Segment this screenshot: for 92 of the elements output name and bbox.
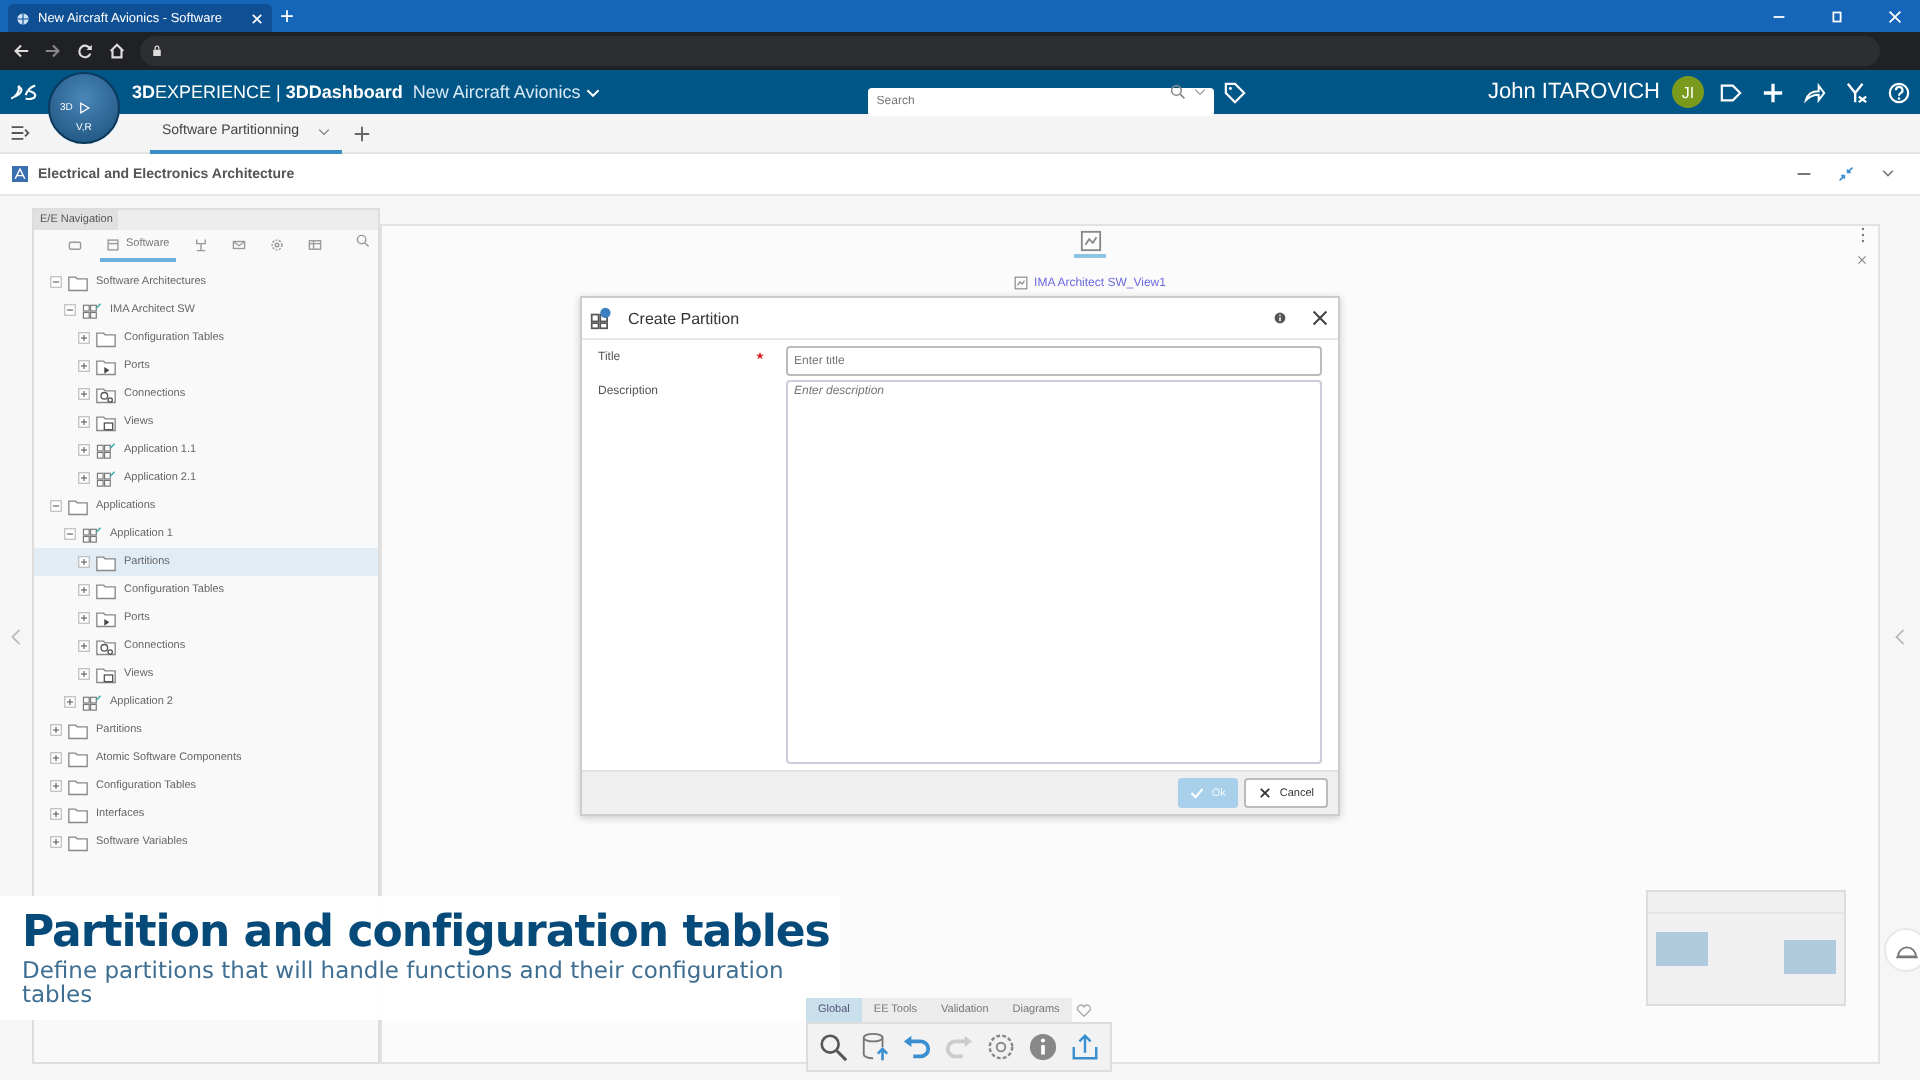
expand-icon[interactable] <box>50 752 62 764</box>
expand-icon[interactable] <box>78 472 90 484</box>
user-avatar[interactable]: JI <box>1672 76 1704 108</box>
play-icon <box>76 100 92 116</box>
expand-icon[interactable] <box>50 836 62 848</box>
collapse-icon[interactable] <box>50 276 62 288</box>
caption-title: Partition and configuration tables <box>22 908 832 958</box>
expand-icon[interactable] <box>64 696 76 708</box>
tag-icon[interactable] <box>1720 81 1742 103</box>
chevron-down-icon[interactable] <box>1194 88 1207 96</box>
expand-icon[interactable] <box>78 416 90 428</box>
ports-folder-icon <box>96 609 116 627</box>
software-icon <box>106 237 120 251</box>
network-icon <box>193 237 208 251</box>
database-icon[interactable] <box>860 1032 890 1062</box>
info-icon[interactable] <box>1028 1032 1058 1062</box>
collapse-icon[interactable] <box>64 528 76 540</box>
component-icon <box>96 469 116 487</box>
folder-icon <box>96 329 116 347</box>
chevron-down-icon <box>586 87 601 97</box>
diagram-icon <box>1014 276 1029 290</box>
lock-icon <box>152 44 162 58</box>
expand-icon[interactable] <box>78 556 90 568</box>
minimap-node <box>1656 932 1708 966</box>
dashboard-dropdown[interactable]: New Aircraft Avionics <box>412 82 601 102</box>
folder-icon <box>68 273 88 291</box>
views-folder-icon <box>96 413 116 431</box>
new-tab-button[interactable]: + <box>280 0 295 32</box>
folder-icon <box>68 497 88 515</box>
connections-folder-icon <box>96 637 116 655</box>
close-icon[interactable] <box>1312 310 1328 326</box>
expand-icon[interactable] <box>50 808 62 820</box>
undo-icon[interactable] <box>902 1032 932 1062</box>
component-icon <box>82 693 102 711</box>
expand-icon[interactable] <box>50 780 62 792</box>
search-icon[interactable] <box>818 1032 848 1062</box>
expand-icon[interactable] <box>78 332 90 344</box>
helmet-icon <box>1893 941 1919 959</box>
logo-icon[interactable] <box>8 80 40 104</box>
helmet-button[interactable] <box>1884 928 1920 972</box>
component-icon <box>82 301 102 319</box>
heart-icon[interactable] <box>1075 1003 1092 1017</box>
collapse-icon[interactable] <box>64 304 76 316</box>
component-icon <box>82 525 102 543</box>
check-icon <box>1189 786 1204 800</box>
component-icon <box>96 441 116 459</box>
info-icon[interactable] <box>1274 312 1286 324</box>
app-title: 3DEXPERIENCE | 3DDashboard <box>132 82 403 102</box>
ports-folder-icon <box>96 357 116 375</box>
close-icon <box>1257 786 1272 800</box>
gear-icon <box>269 237 284 251</box>
dialog-title: Create Partition <box>628 309 740 327</box>
partition-icon <box>590 306 614 330</box>
reload-icon[interactable] <box>76 42 94 60</box>
minimap-node <box>1784 940 1836 974</box>
expand-icon[interactable] <box>78 388 90 400</box>
address-field[interactable] <box>140 36 1880 66</box>
expand-icon[interactable] <box>78 360 90 372</box>
forward-icon[interactable] <box>44 42 62 60</box>
menu-icon[interactable] <box>10 124 30 142</box>
expand-icon[interactable] <box>78 640 90 652</box>
settings-icon[interactable] <box>986 1032 1016 1062</box>
chevron-down-icon <box>318 127 331 135</box>
export-icon[interactable] <box>1070 1032 1100 1062</box>
help-icon[interactable] <box>1888 81 1910 103</box>
table-icon <box>307 237 322 251</box>
restore-icon[interactable] <box>1828 8 1846 26</box>
collapse-icon[interactable] <box>50 500 62 512</box>
collapse-icon[interactable] <box>1838 166 1854 182</box>
globe-icon <box>16 11 30 25</box>
expand-icon[interactable] <box>50 724 62 736</box>
chevron-down-icon[interactable] <box>1880 166 1896 182</box>
share-icon[interactable] <box>1804 81 1826 103</box>
plus-icon[interactable] <box>1762 81 1784 103</box>
tools-icon[interactable] <box>1846 81 1868 103</box>
tag-icon[interactable] <box>1224 81 1247 103</box>
search-icon[interactable] <box>1170 84 1187 100</box>
diagram-icon[interactable] <box>1079 230 1101 252</box>
app-icon <box>12 166 28 182</box>
views-folder-icon <box>96 665 116 683</box>
home-icon[interactable] <box>108 42 126 60</box>
caption-subtitle: Define partitions that will handle functions and their configuration tables <box>22 958 786 1006</box>
expand-icon[interactable] <box>78 668 90 680</box>
camera-icon <box>68 237 82 251</box>
back-icon[interactable] <box>12 42 30 60</box>
expand-icon[interactable] <box>78 612 90 624</box>
user-name[interactable]: John ITAROVICH <box>1488 80 1660 104</box>
expand-icon[interactable] <box>78 444 90 456</box>
add-tab-icon[interactable] <box>354 125 371 141</box>
connections-folder-icon <box>96 385 116 403</box>
mail-icon <box>231 237 246 251</box>
expand-icon[interactable] <box>78 584 90 596</box>
